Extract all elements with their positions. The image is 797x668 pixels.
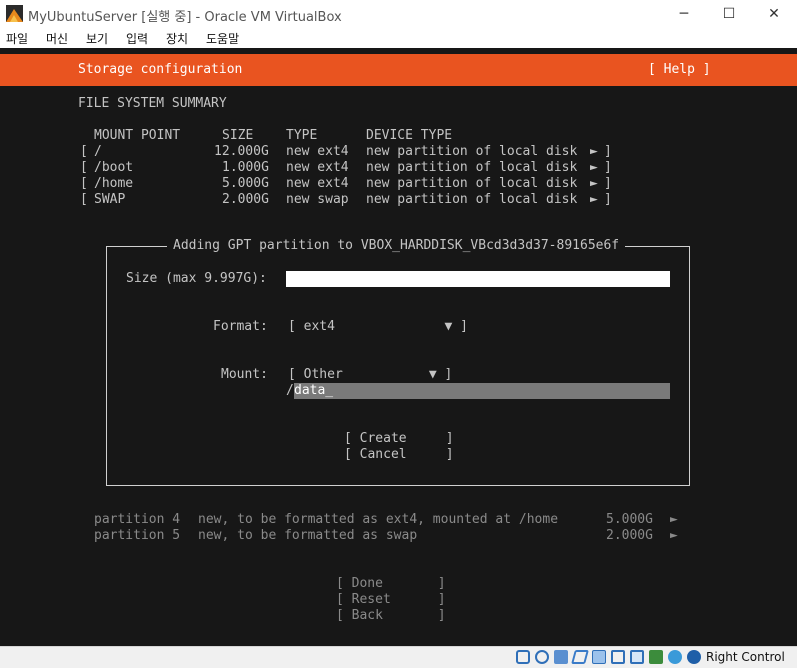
- menu-machine[interactable]: 머신: [46, 30, 68, 47]
- create-button[interactable]: [ Create ]: [344, 431, 454, 447]
- row-bracket-open: [: [80, 176, 88, 191]
- row-size: 12.000G: [214, 144, 269, 159]
- row-type: new ext4: [286, 160, 349, 175]
- mount-label: Mount:: [221, 367, 268, 382]
- menu-file[interactable]: 파일: [6, 30, 28, 47]
- dialog-title: Adding GPT partition to VBOX_HARDDISK_VB…: [167, 238, 626, 254]
- partition-arrow-icon[interactable]: ►: [670, 512, 678, 528]
- partition-name: partition 5: [94, 528, 181, 543]
- minimize-button[interactable]: ─: [661, 0, 707, 28]
- row-device: new partition of local disk: [366, 192, 578, 207]
- row-mount: SWAP: [94, 192, 126, 207]
- row-bracket-open: [: [80, 160, 88, 175]
- row-device: new partition of local disk: [366, 176, 578, 191]
- hard-disk-icon[interactable]: [516, 650, 530, 664]
- row-arrow-icon[interactable]: ►: [590, 176, 598, 192]
- row-size: 5.000G: [222, 176, 269, 191]
- row-mount: /boot: [94, 160, 134, 175]
- format-select[interactable]: [ ext4 ▼ ]: [288, 319, 468, 335]
- cpu-icon[interactable]: [649, 650, 663, 664]
- row-arrow-icon[interactable]: ►: [590, 144, 598, 160]
- audio-icon[interactable]: [554, 650, 568, 664]
- row-size: 2.000G: [222, 192, 269, 207]
- mount-path-prefix: /: [286, 383, 294, 398]
- row-bracket-open: [: [80, 144, 88, 159]
- summary-heading: FILE SYSTEM SUMMARY: [78, 96, 227, 111]
- mouse-integration-icon[interactable]: [668, 650, 682, 664]
- partition-size: 2.000G: [606, 528, 653, 543]
- row-bracket-close: ]: [604, 176, 612, 191]
- row-arrow-icon[interactable]: ►: [590, 192, 598, 208]
- row-type: new ext4: [286, 144, 349, 159]
- partition-arrow-icon[interactable]: ►: [670, 528, 678, 544]
- row-bracket-close: ]: [604, 160, 612, 175]
- partition-size: 5.000G: [606, 512, 653, 527]
- maximize-button[interactable]: ☐: [706, 0, 752, 28]
- row-size: 1.000G: [222, 160, 269, 175]
- shared-folder-icon[interactable]: [592, 650, 606, 664]
- menu-input[interactable]: 입력: [126, 30, 148, 47]
- video-capture-icon[interactable]: [630, 650, 644, 664]
- row-bracket-open: [: [80, 192, 88, 207]
- partition-name: partition 4: [94, 512, 181, 527]
- mount-path-value: data_: [294, 383, 334, 398]
- column-type: TYPE: [286, 128, 318, 143]
- partition-desc: new, to be formatted as swap: [198, 528, 418, 543]
- network-icon[interactable]: [571, 650, 589, 664]
- optical-drive-icon[interactable]: [535, 650, 549, 664]
- vm-display[interactable]: Storage configuration [ Help ] FILE SYST…: [0, 48, 797, 646]
- row-bracket-close: ]: [604, 144, 612, 159]
- row-type: new ext4: [286, 176, 349, 191]
- menu-devices[interactable]: 장치: [166, 30, 188, 47]
- partition-desc: new, to be formatted as ext4, mounted at…: [198, 512, 559, 527]
- cancel-button[interactable]: [ Cancel ]: [344, 447, 454, 463]
- help-button[interactable]: [ Help ]: [648, 62, 711, 78]
- installer-header: Storage configuration [ Help ]: [0, 54, 797, 86]
- keyboard-capture-icon[interactable]: [687, 650, 701, 664]
- row-arrow-icon[interactable]: ►: [590, 160, 598, 176]
- display-icon[interactable]: [611, 650, 625, 664]
- menu-help[interactable]: 도움말: [206, 30, 239, 47]
- column-device-type: DEVICE TYPE: [366, 128, 453, 143]
- menu-view[interactable]: 보기: [86, 30, 108, 47]
- mount-select[interactable]: [ Other ▼ ]: [288, 367, 452, 383]
- virtualbox-app-icon: [6, 5, 23, 22]
- size-input[interactable]: [286, 271, 670, 287]
- close-button[interactable]: ✕: [751, 0, 797, 28]
- back-button[interactable]: [ Back ]: [336, 608, 446, 624]
- size-label: Size (max 9.997G):: [126, 271, 267, 286]
- column-mount-point: MOUNT POINT: [94, 128, 181, 143]
- menu-bar: 파일 머신 보기 입력 장치 도움말: [0, 28, 797, 48]
- window-titlebar: MyUbuntuServer [실행 중] - Oracle VM Virtua…: [0, 0, 797, 28]
- row-bracket-close: ]: [604, 192, 612, 207]
- row-mount: /home: [94, 176, 134, 191]
- mount-path-field[interactable]: [294, 383, 670, 399]
- host-key-label: Right Control: [706, 650, 785, 664]
- format-label: Format:: [213, 319, 268, 334]
- row-device: new partition of local disk: [366, 160, 578, 175]
- row-mount: /: [94, 144, 102, 159]
- header-title: Storage configuration: [78, 62, 243, 77]
- reset-button[interactable]: [ Reset ]: [336, 592, 446, 608]
- column-size: SIZE: [222, 128, 254, 143]
- row-type: new swap: [286, 192, 349, 207]
- done-button[interactable]: [ Done ]: [336, 576, 446, 592]
- status-bar: Right Control: [0, 646, 797, 668]
- window-title: MyUbuntuServer [실행 중] - Oracle VM Virtua…: [28, 10, 342, 25]
- add-partition-dialog: Adding GPT partition to VBOX_HARDDISK_VB…: [106, 238, 690, 486]
- row-device: new partition of local disk: [366, 144, 578, 159]
